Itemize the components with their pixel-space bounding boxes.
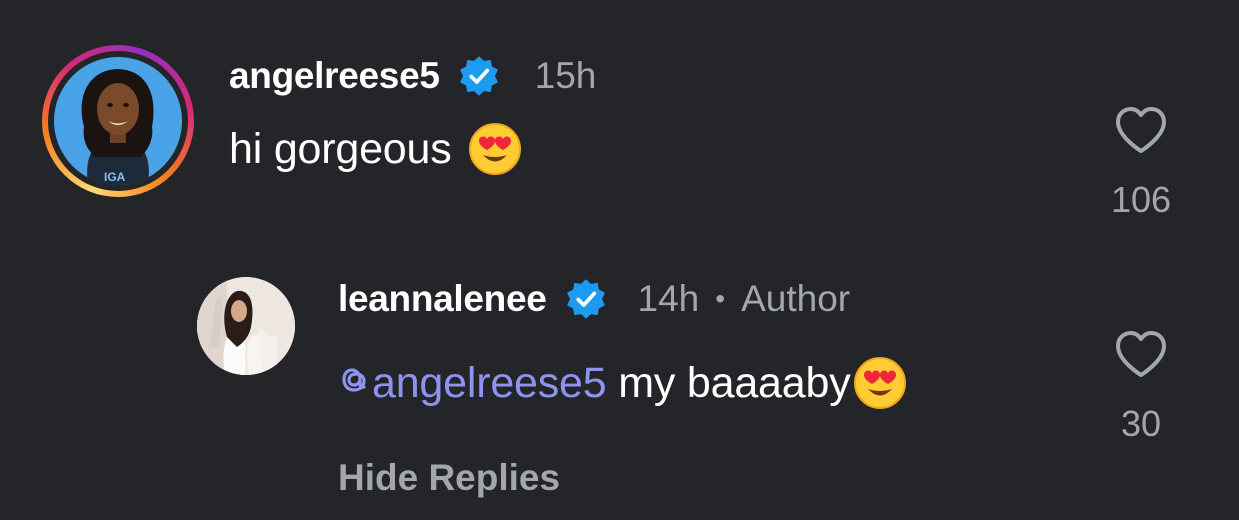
mention-username: angelreese5	[372, 358, 607, 407]
hide-replies-button[interactable]: Hide Replies	[338, 457, 560, 499]
like-count: 30	[1120, 403, 1162, 444]
verified-badge-icon	[457, 54, 501, 98]
comment-header: angelreese5 15h	[229, 53, 596, 99]
avatar-image	[197, 277, 295, 375]
like-count: 106	[1110, 179, 1172, 220]
threads-icon	[338, 359, 370, 408]
avatar-leannalenee[interactable]	[197, 277, 295, 375]
avatar-angelreese5[interactable]: IGA	[54, 57, 182, 185]
reply-header: leannalenee 14h • Author	[338, 276, 850, 322]
mention-link[interactable]: angelreese5	[338, 359, 607, 408]
timestamp: 14h	[637, 278, 700, 319]
username[interactable]: angelreese5	[229, 55, 440, 97]
like-heart-icon[interactable]	[1113, 106, 1169, 156]
reply-body: angelreese5 my baaaaby	[338, 355, 907, 411]
story-ring[interactable]: IGA	[42, 45, 194, 197]
comment-text: my baaaaby	[606, 358, 851, 407]
separator-dot: •	[715, 283, 726, 314]
heart-eyes-emoji	[468, 122, 522, 176]
like-heart-icon[interactable]	[1113, 330, 1169, 380]
timestamp: 15h	[534, 55, 597, 96]
comment-body: hi gorgeous	[229, 122, 522, 176]
comment-text: hi gorgeous	[229, 124, 452, 173]
verified-badge-icon	[564, 277, 608, 321]
story-ring-gap: IGA	[48, 51, 188, 191]
avatar-image: IGA	[54, 57, 182, 185]
username[interactable]: leannalenee	[338, 278, 547, 320]
heart-eyes-emoji	[853, 356, 907, 410]
author-label: Author	[741, 278, 851, 319]
svg-text:IGA: IGA	[104, 170, 126, 184]
